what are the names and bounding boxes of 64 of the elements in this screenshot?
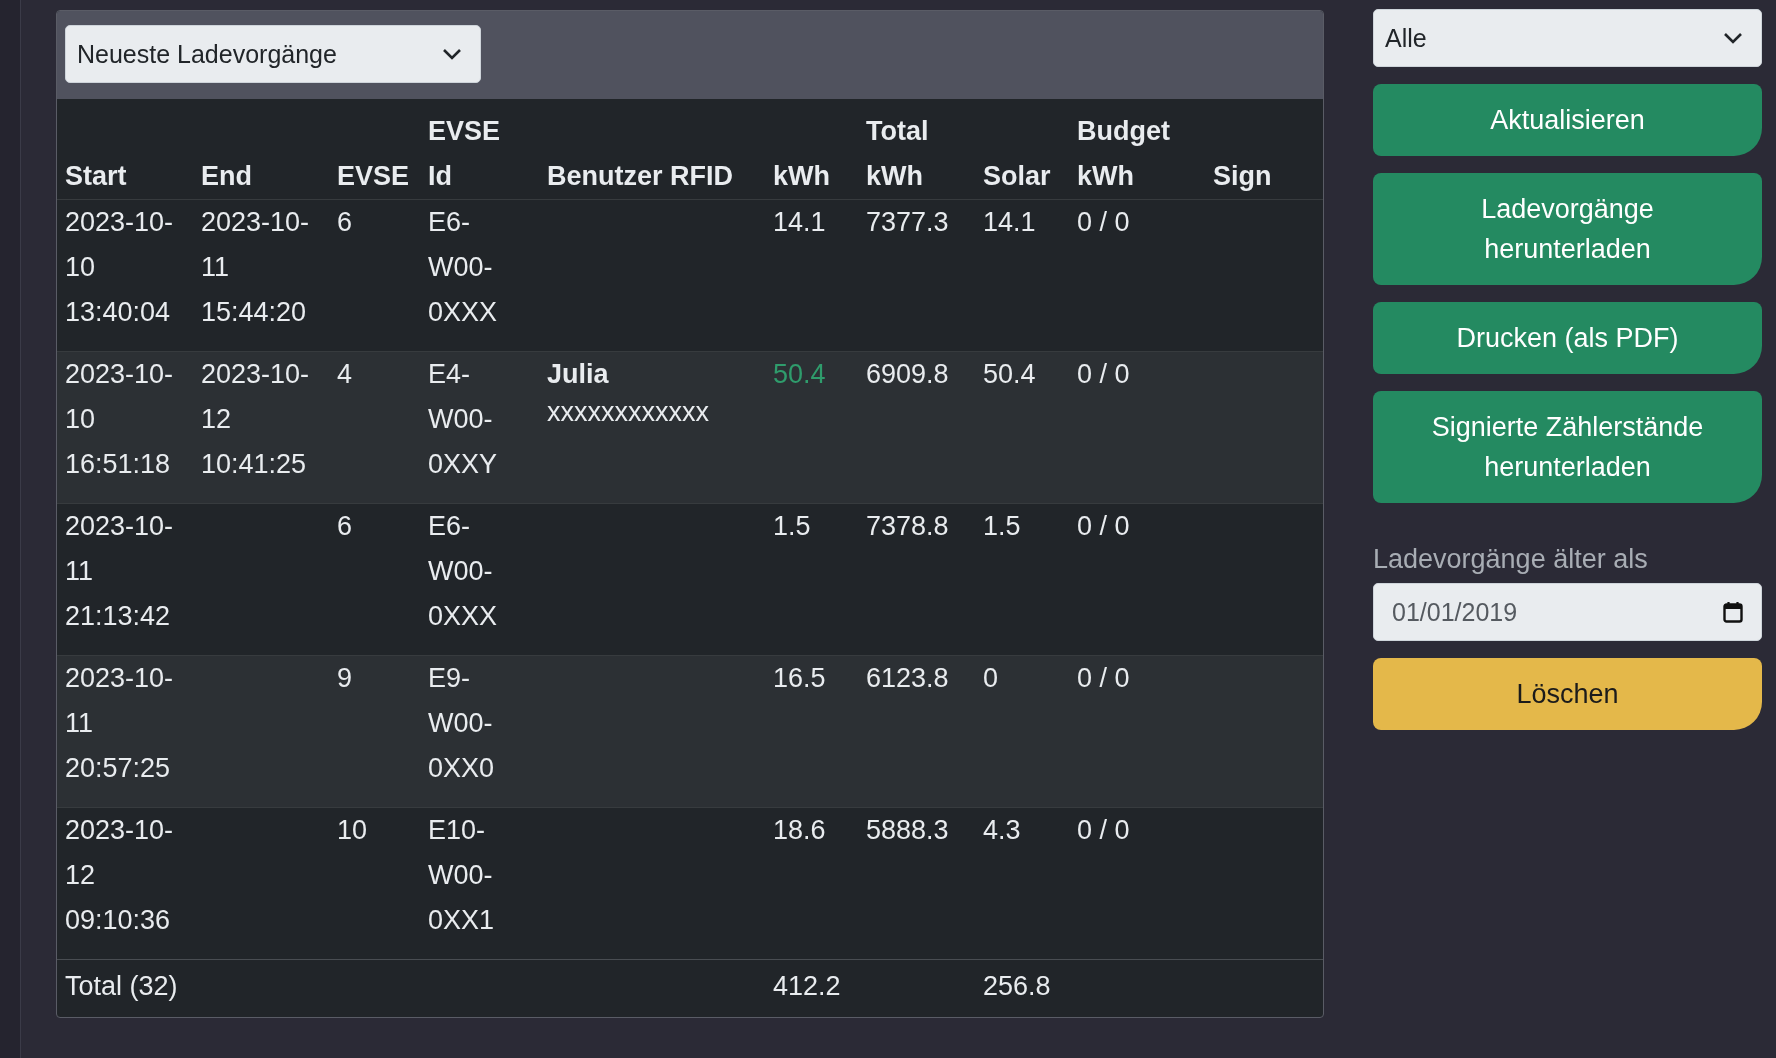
column-header: Total kWh <box>866 116 929 191</box>
table-cell: 5888.3 <box>866 815 949 845</box>
table-cell: 6123.8 <box>866 663 949 693</box>
table-cell: 1.5 <box>983 511 1021 541</box>
table-cell: 0 <box>983 663 999 693</box>
table-cell: 18.6 <box>773 815 826 845</box>
column-header: Start <box>65 161 127 191</box>
table-cell: 50.4 <box>773 359 826 389</box>
table-cell: E9-W00-0XX0 <box>428 663 495 783</box>
action-button[interactable]: Ladevorgänge herunterladen <box>1373 173 1762 285</box>
view-select[interactable]: Neueste Ladevorgänge <box>65 25 481 83</box>
column-header: Sign <box>1213 161 1272 191</box>
table-cell: 7377.3 <box>866 207 949 237</box>
table-cell: 1.5 <box>773 511 811 541</box>
column-header: EVSE Id <box>428 116 501 191</box>
rfid-tag: xxxxxxxxxxxx <box>547 397 757 427</box>
table-cell: 2023-10-10 16:51:18 <box>65 359 174 479</box>
table-cell: 4.3 <box>983 815 1021 845</box>
table-cell: E4-W00-0XXY <box>428 359 498 479</box>
delete-button[interactable]: Löschen <box>1373 658 1762 730</box>
column-header: Benutzer RFID <box>547 161 733 191</box>
table-cell: E6-W00-0XXX <box>428 207 498 327</box>
action-button[interactable]: Signierte Zählerstände herunterladen <box>1373 391 1762 503</box>
date-field[interactable]: 01/01/2019 <box>1373 583 1762 641</box>
table-cell: 2023-10-12 09:10:36 <box>65 815 174 935</box>
column-header: Budget kWh <box>1077 116 1170 191</box>
action-button[interactable]: Aktualisieren <box>1373 84 1762 156</box>
chevron-down-icon <box>1723 32 1743 44</box>
filter-select[interactable]: Alle <box>1373 9 1762 67</box>
table-cell: 6 <box>337 511 353 541</box>
table-cell: 10 <box>337 815 368 845</box>
user-name: Julia <box>547 358 610 391</box>
table-cell: 14.1 <box>983 207 1036 237</box>
table-cell: 7378.8 <box>866 511 949 541</box>
action-button[interactable]: Drucken (als PDF) <box>1373 302 1762 374</box>
table-cell: 2023-10-11 21:13:42 <box>65 511 174 631</box>
total-solar: 256.8 <box>983 971 1051 1001</box>
table-cell: 2023-10-12 10:41:25 <box>201 359 310 479</box>
total-kwh: 412.2 <box>773 971 841 1001</box>
total-label: Total (32) <box>65 971 178 1001</box>
table-cell: 6 <box>337 207 353 237</box>
table-cell: 0 / 0 <box>1077 815 1130 845</box>
table-cell: 0 / 0 <box>1077 207 1130 237</box>
table-cell: 6909.8 <box>866 359 949 389</box>
field-label: Ladevorgänge älter als <box>1373 544 1649 575</box>
column-header: End <box>201 161 252 191</box>
table-cell: 4 <box>337 359 353 389</box>
column-header: kWh <box>773 161 830 191</box>
table-cell: 50.4 <box>983 359 1036 389</box>
table-cell: 0 / 0 <box>1077 663 1130 693</box>
table-cell: 16.5 <box>773 663 826 693</box>
column-header: Solar <box>983 161 1051 191</box>
table-cell: 14.1 <box>773 207 826 237</box>
chevron-down-icon <box>442 48 462 60</box>
table-cell: 2023-10-11 20:57:25 <box>65 663 174 783</box>
table-cell: 0 / 0 <box>1077 511 1130 541</box>
table-cell: E10-W00-0XX1 <box>428 815 495 935</box>
table-cell: 2023-10-10 13:40:04 <box>65 207 174 327</box>
table-cell: 2023-10-11 15:44:20 <box>201 207 310 327</box>
table-cell: 0 / 0 <box>1077 359 1130 389</box>
table-cell: E6-W00-0XXX <box>428 511 498 631</box>
calendar-icon <box>1723 601 1743 623</box>
table-cell: 9 <box>337 663 353 693</box>
column-header: EVSE <box>337 161 410 191</box>
